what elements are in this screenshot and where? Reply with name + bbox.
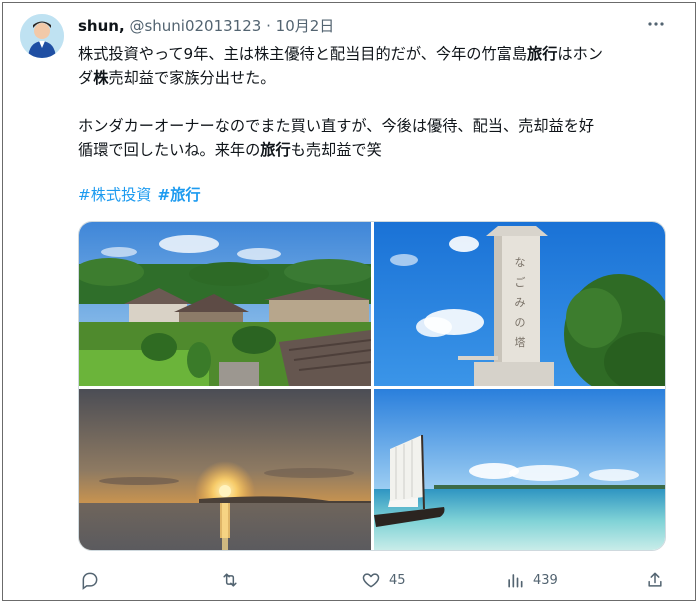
- like-icon: [362, 573, 380, 588]
- tweet-date[interactable]: 10月2日: [276, 17, 335, 35]
- share-icon: [648, 572, 662, 587]
- reply-icon: [82, 572, 98, 590]
- hashtag-link[interactable]: #旅行: [157, 186, 200, 204]
- views-button[interactable]: 439: [505, 568, 558, 592]
- tweet-header: shun, @shuni02013123 · 10月2日: [78, 16, 334, 36]
- separator-dot: ·: [266, 17, 271, 35]
- share-button[interactable]: [645, 568, 665, 592]
- media-grid: な ご み の 塔: [78, 221, 666, 551]
- monument-inscription: な: [515, 256, 526, 269]
- text-line: 循環で回したいね。来年の旅行も売却益で笑: [78, 141, 382, 159]
- sailboat-photo[interactable]: [374, 389, 665, 550]
- tweet-text: 株式投資やって9年、主は株主優待と配当目的だが、今年の竹富島旅行はホン ダ株売却…: [78, 42, 678, 162]
- more-icon[interactable]: [646, 14, 666, 34]
- view-count: 439: [533, 572, 558, 588]
- sunset-photo[interactable]: [79, 389, 371, 550]
- svg-text:み: み: [515, 296, 526, 309]
- views-icon: [508, 574, 523, 588]
- text-line: 株式投資やって9年、主は株主優待と配当目的だが、今年の竹富島旅行はホン: [78, 45, 603, 63]
- svg-text:ご: ご: [515, 275, 526, 289]
- avatar[interactable]: [20, 14, 64, 58]
- hashtags: #株式投資 #旅行: [78, 185, 201, 205]
- retweet-button[interactable]: [220, 568, 248, 592]
- like-count: 45: [389, 572, 406, 588]
- like-button[interactable]: 45: [361, 568, 406, 592]
- author-handle[interactable]: @shuni02013123: [129, 17, 261, 35]
- monument-photo[interactable]: な ご み の 塔: [374, 222, 665, 386]
- svg-text:塔: 塔: [515, 336, 526, 349]
- action-bar: 45 439: [0, 568, 700, 592]
- author-name[interactable]: shun,: [78, 17, 125, 35]
- reply-button[interactable]: [80, 568, 108, 592]
- village-photo[interactable]: [79, 222, 371, 386]
- svg-text:の: の: [515, 316, 526, 329]
- text-gap: [78, 90, 678, 114]
- hashtag-link[interactable]: #株式投資: [78, 186, 151, 204]
- retweet-icon: [223, 573, 237, 587]
- text-line: ホンダカーオーナーなのでまた買い直すが、今後は優待、配当、売却益を好: [78, 117, 595, 135]
- text-line: ダ株売却益で家族分出せた。: [78, 69, 276, 87]
